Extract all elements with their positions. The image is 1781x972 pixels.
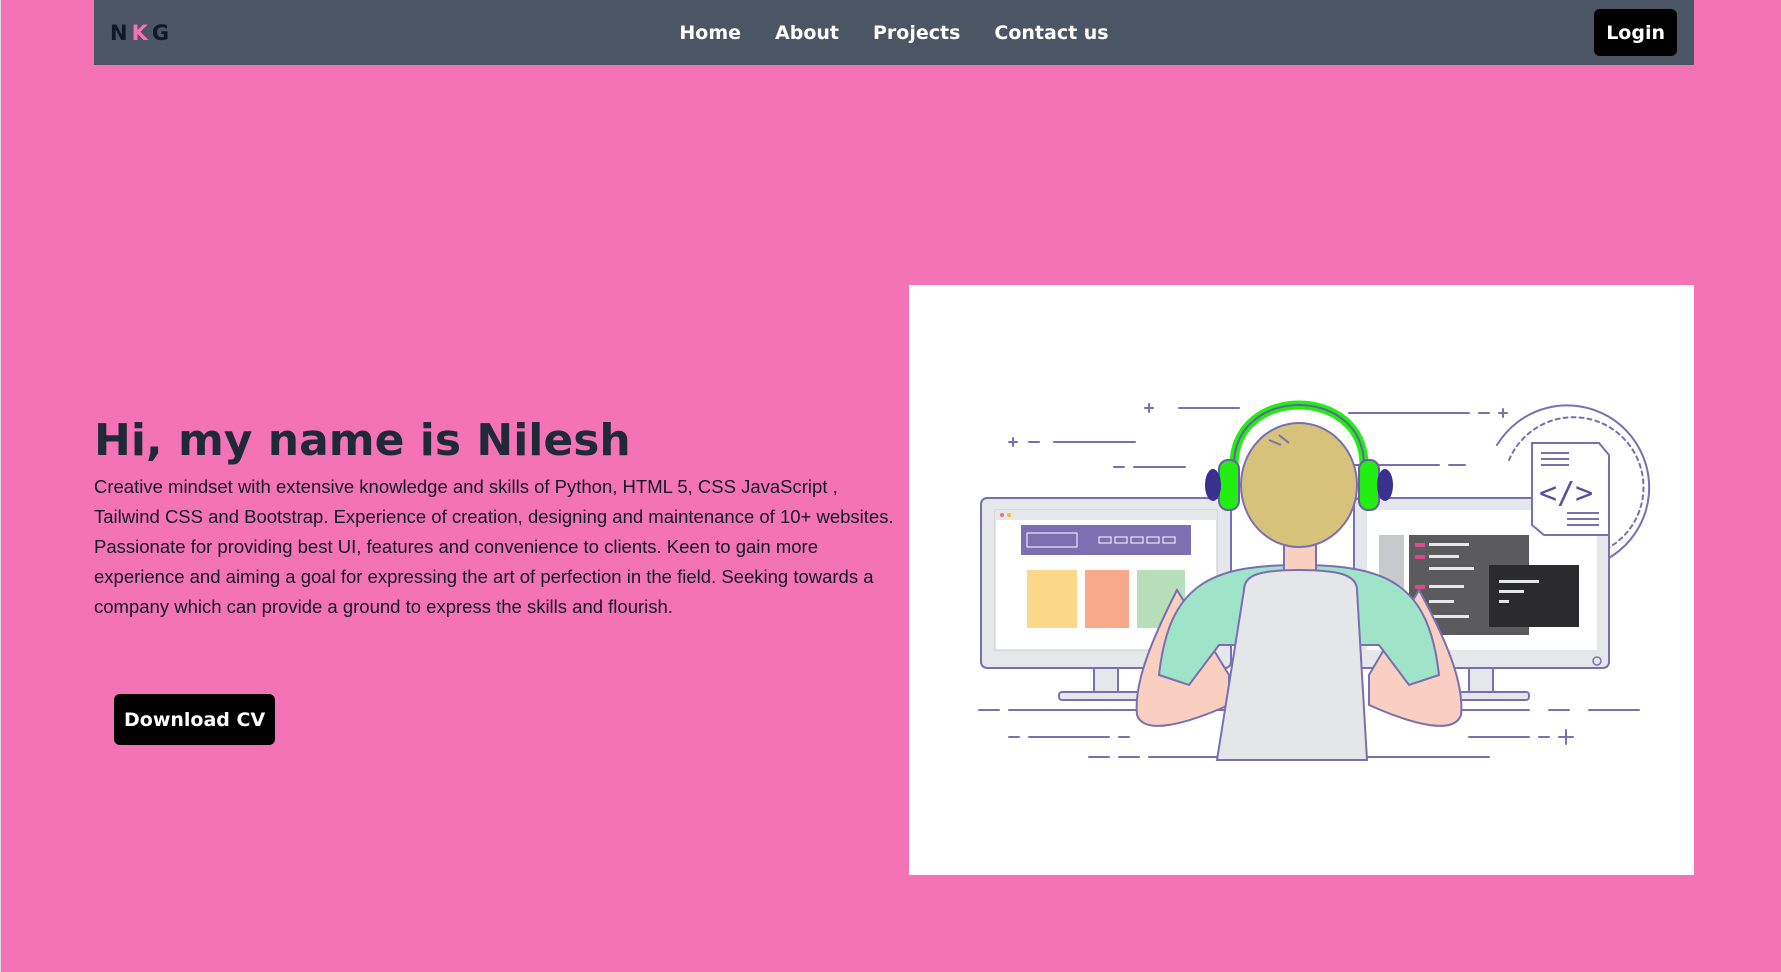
nav-link-about[interactable]: About bbox=[775, 22, 839, 44]
hero-description: Creative mindset with extensive knowledg… bbox=[94, 476, 894, 617]
navbar: NKG Home About Projects Contact us Login bbox=[94, 0, 1694, 65]
logo-letter-n: N bbox=[110, 20, 132, 45]
code-symbol: </> bbox=[1539, 476, 1593, 511]
logo-letter-g: G bbox=[151, 20, 174, 45]
hero-text: Hi, my name is Nilesh Creative mindset w… bbox=[94, 410, 894, 622]
hero-title: Hi, my name is Nilesh bbox=[94, 415, 631, 466]
nav-link-projects[interactable]: Projects bbox=[873, 22, 960, 44]
hero-illustration: </> bbox=[909, 285, 1694, 875]
nav-links: Home About Projects Contact us bbox=[679, 0, 1108, 65]
nav-link-contact[interactable]: Contact us bbox=[994, 22, 1108, 44]
nav-link-home[interactable]: Home bbox=[679, 22, 741, 44]
developer-illustration-icon: </> bbox=[978, 400, 1651, 761]
logo[interactable]: NKG bbox=[110, 21, 173, 45]
logo-letter-k: K bbox=[131, 20, 152, 45]
login-button[interactable]: Login bbox=[1594, 9, 1677, 56]
download-cv-button[interactable]: Download CV bbox=[114, 694, 276, 745]
